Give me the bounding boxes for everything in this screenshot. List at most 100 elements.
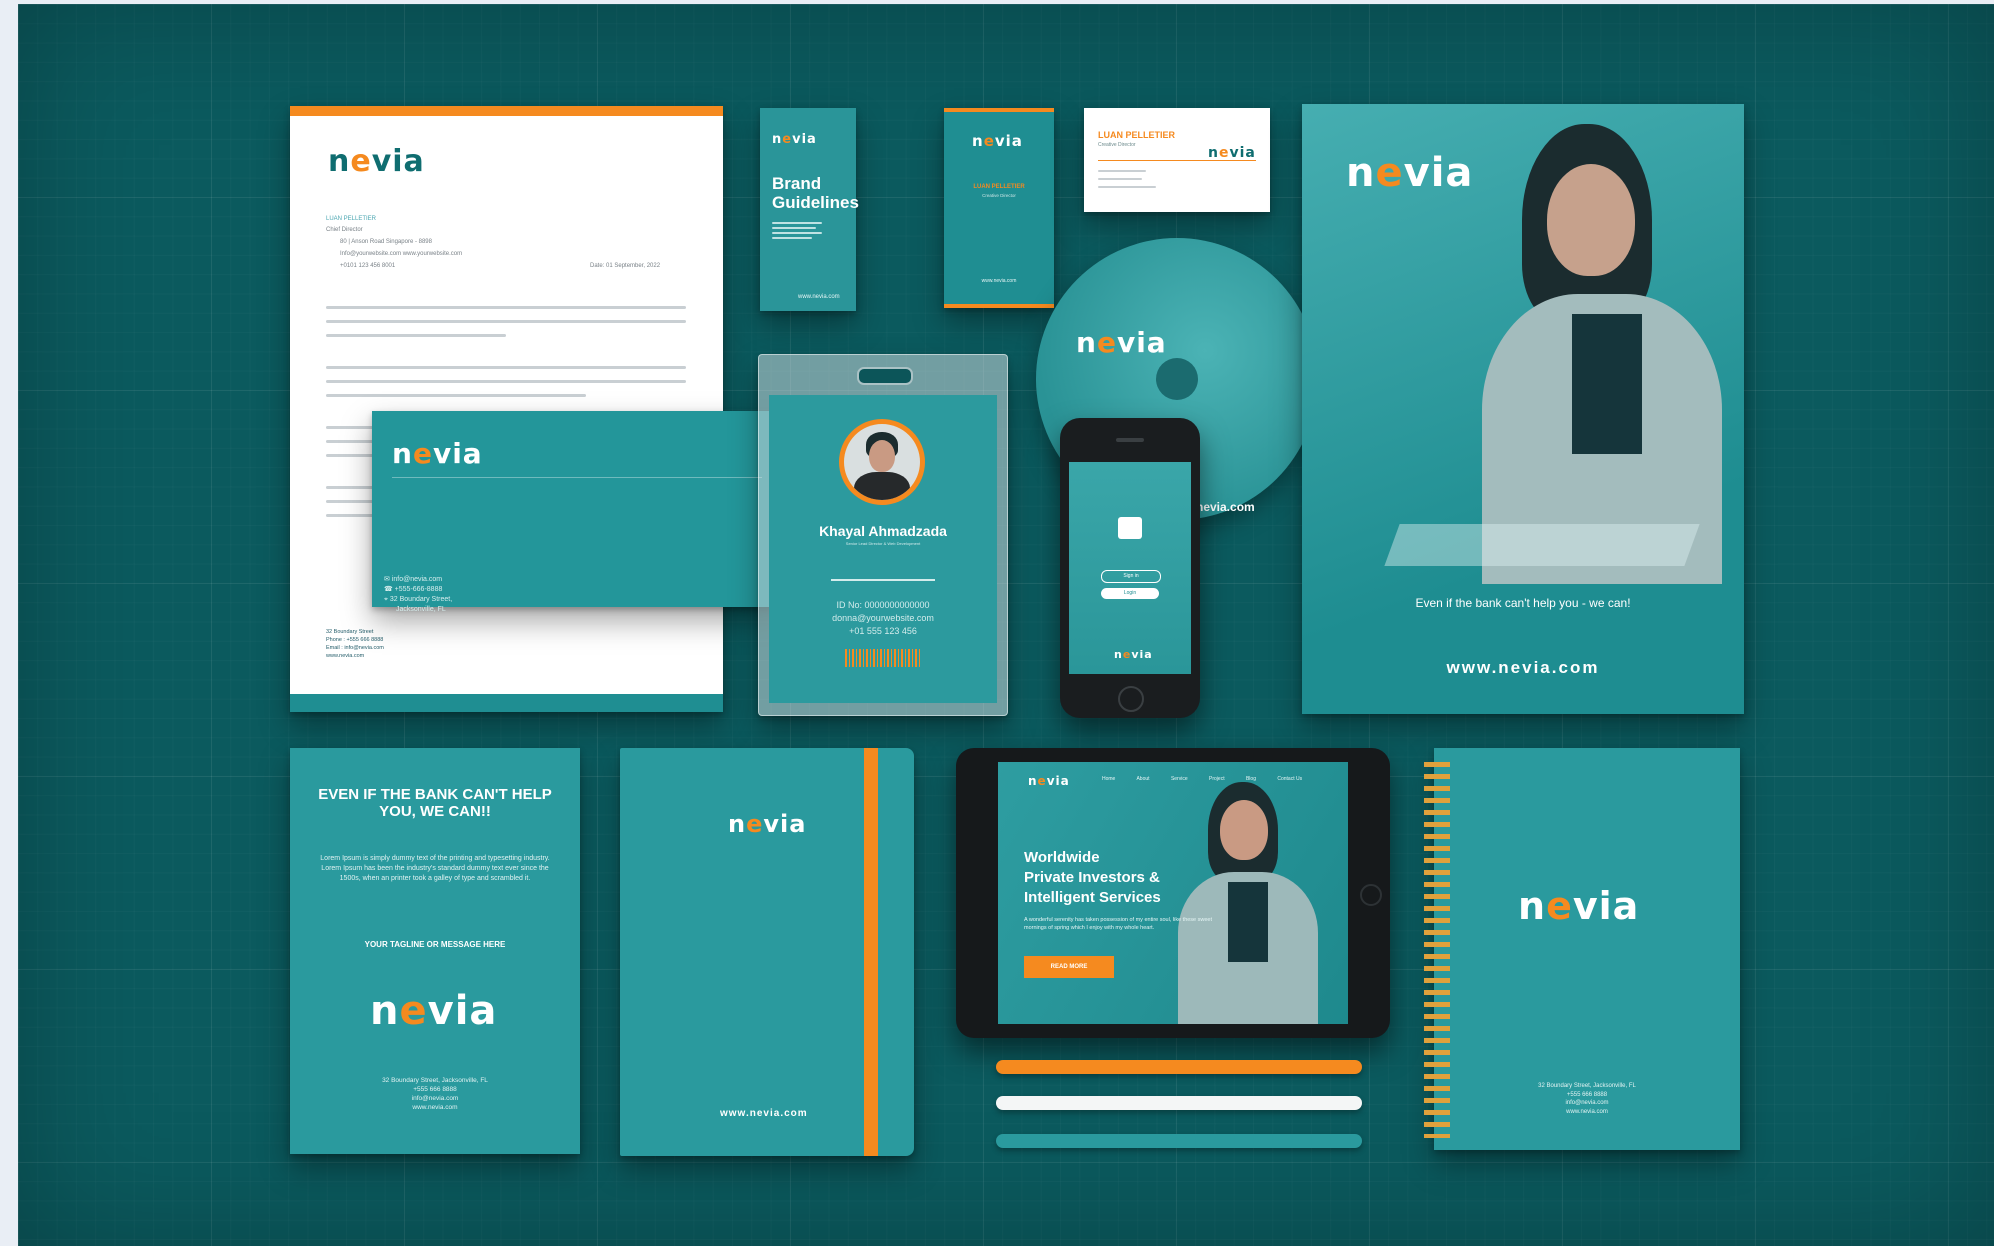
envelope-phone: +555-666-8888	[394, 586, 443, 593]
vertical-card-website: www.nevia.com	[981, 278, 1017, 284]
phone-app-logo-box	[1118, 517, 1142, 539]
tablet-nav-item[interactable]: Contact Us	[1277, 776, 1302, 782]
tablet-logo: nevia	[1028, 774, 1070, 788]
tablet-nav-item[interactable]: Home	[1102, 776, 1115, 782]
folder-tagline: Even if the bank can't help you - we can…	[1415, 596, 1631, 610]
brand-guidelines-booklet: nevia Brand Guidelines www.nevia.com	[760, 108, 859, 311]
phone-login-button[interactable]: Login	[1101, 588, 1159, 599]
letterhead-footer-line: 32 Boundary Street	[326, 629, 374, 635]
letterhead-top-bar	[290, 106, 723, 116]
phone-home-button[interactable]	[1118, 686, 1144, 712]
spiral-address: 32 Boundary Street, Jacksonville, FL	[1538, 1083, 1636, 1089]
phone-logo: nevia	[1114, 648, 1153, 661]
letterhead-footer-line: Phone : +555 666 8888	[326, 637, 384, 643]
envelope: nevia ✉ info@nevia.com ☎ +555-666-8888 ⌖…	[372, 411, 782, 613]
lanyard-slot	[857, 367, 913, 385]
id-card: Khayal Ahmadzada Senior Lead Director & …	[769, 395, 997, 703]
phone-speaker	[1116, 438, 1144, 442]
notebook: nevia www.nevia.com	[620, 748, 914, 1156]
flyer-contact: 32 Boundary Street, Jacksonville, FL +55…	[290, 1076, 580, 1112]
pencil-teal	[996, 1134, 1362, 1148]
booklet-title: Brand Guidelines	[772, 174, 859, 212]
cd-website: nevia.com	[1196, 500, 1255, 514]
id-phone: +01 555 123 456	[849, 626, 917, 636]
tablet-hero-sub: A wonderful serenity has taken possessio…	[1024, 917, 1213, 931]
tablet-read-more-button[interactable]: READ MORE	[1024, 956, 1114, 978]
letterhead-sheet: nevia LUAN PELLETIER Chief Director 80 |…	[290, 106, 723, 712]
flyer: EVEN IF THE BANK CAN'T HELP YOU, WE CAN!…	[290, 748, 580, 1154]
tablet-nav-item[interactable]: Project	[1209, 776, 1225, 782]
spiral-notebook: nevia 32 Boundary Street, Jacksonville, …	[1424, 748, 1740, 1150]
id-email: donna@yourwebsite.com	[832, 613, 934, 623]
envelope-logo: nevia	[392, 437, 483, 470]
tablet-nav: Home About Service Project Blog Contact …	[1102, 776, 1302, 782]
flyer-website: www.nevia.com	[412, 1104, 458, 1111]
smartphone: Sign in Login nevia	[1060, 418, 1200, 718]
tablet: nevia Home About Service Project Blog Co…	[956, 748, 1390, 1038]
vertical-card-role: Creative Director	[982, 193, 1016, 198]
tablet-nav-item[interactable]: Blog	[1246, 776, 1256, 782]
letterhead-footer: 32 Boundary Street Phone : +555 666 8888…	[326, 628, 384, 660]
notebook-logo: nevia	[728, 810, 807, 838]
pencil-orange	[996, 1060, 1362, 1074]
tablet-screen: nevia Home About Service Project Blog Co…	[998, 762, 1348, 1024]
envelope-contact: ✉ info@nevia.com ☎ +555-666-8888 ⌖ 32 Bo…	[384, 575, 452, 615]
white-card-role: Creative Director	[1098, 142, 1136, 148]
tablet-home-button[interactable]	[1360, 884, 1382, 906]
tablet-nav-item[interactable]: Service	[1171, 776, 1188, 782]
letterhead-footer-line: www.nevia.com	[326, 653, 365, 659]
booklet-title-line2: Guidelines	[772, 193, 859, 212]
letterhead-email-web: Info@yourwebsite.com www.yourwebsite.com	[340, 251, 463, 257]
phone-icon: ☎	[384, 586, 395, 593]
letterhead-bottom-bar	[290, 694, 723, 712]
letterhead-phone: +0101 123 456 8001	[340, 263, 396, 269]
flyer-email: info@nevia.com	[411, 1095, 459, 1102]
letterhead-date: Date: 01 September, 2022	[590, 263, 661, 269]
spiral-phone: +555 666 8888	[1566, 1091, 1608, 1098]
cd-center-hole	[1156, 358, 1198, 400]
cd-logo: nevia	[1076, 326, 1167, 359]
tablet-nav-item[interactable]: About	[1136, 776, 1149, 782]
vertical-card-logo: nevia	[972, 132, 1023, 150]
presentation-folder: nevia Even if the bank can't help you - …	[1302, 104, 1744, 714]
mail-icon: ✉	[384, 576, 392, 583]
folder-logo: nevia	[1346, 150, 1474, 196]
letterhead-footer-line: Email : info@nevia.com	[326, 645, 384, 651]
letterhead-contact-title: Chief Director	[326, 227, 363, 233]
booklet-website: www.nevia.com	[798, 294, 840, 300]
flyer-tagline: YOUR TAGLINE OR MESSAGE HERE	[364, 940, 506, 949]
folder-photo-woman	[1452, 124, 1744, 584]
tablet-hero-line2: Private Investors &	[1024, 869, 1160, 886]
flyer-body: Lorem Ipsum is simply dummy text of the …	[320, 855, 550, 882]
phone-signin-button[interactable]: Sign in	[1101, 570, 1161, 583]
tablet-hero-title: Worldwide Private Investors & Intelligen…	[1024, 848, 1161, 908]
letterhead-address: 80 | Anson Road Singapore - 8898	[340, 239, 432, 245]
id-holder-name: Khayal Ahmadzada	[819, 523, 947, 539]
id-photo	[839, 419, 925, 505]
booklet-title-line1: Brand	[772, 174, 822, 193]
flyer-headline: EVEN IF THE BANK CAN'T HELP YOU, WE CAN!…	[318, 786, 552, 820]
pencil-white	[996, 1096, 1362, 1110]
phone-screen: Sign in Login nevia	[1069, 462, 1191, 674]
notebook-elastic-band	[864, 748, 878, 1156]
white-card-logo: nevia	[1208, 145, 1256, 161]
spiral-notebook-contact: 32 Boundary Street, Jacksonville, FL +55…	[1434, 1082, 1740, 1116]
white-business-card: LUAN PELLETIER Creative Director nevia	[1084, 108, 1270, 212]
tablet-hero-line1: Worldwide	[1024, 849, 1100, 866]
vertical-card-name: LUAN PELLETIER	[973, 184, 1025, 190]
letterhead-contact-name: LUAN PELLETIER	[326, 216, 377, 222]
folder-website: www.nevia.com	[1446, 658, 1600, 677]
mockup-scene: nevia LUAN PELLETIER Chief Director 80 |…	[18, 4, 1994, 1246]
letterhead-logo: nevia	[328, 144, 425, 179]
envelope-address-1: 32 Boundary Street,	[389, 596, 453, 603]
id-card-holder: Khayal Ahmadzada Senior Lead Director & …	[758, 354, 1008, 716]
tablet-photo-woman	[1138, 782, 1338, 1024]
folder-desk-papers	[1384, 524, 1700, 566]
notebook-website: www.nevia.com	[720, 1108, 808, 1119]
vertical-business-card: nevia LUAN PELLETIER Creative Director w…	[944, 108, 1054, 308]
id-signature-line	[831, 579, 935, 581]
flyer-phone: +555 666 8888	[413, 1086, 457, 1093]
flyer-logo: nevia	[370, 988, 498, 1034]
id-holder-role: Senior Lead Director & Web Development	[845, 541, 921, 546]
white-card-name: LUAN PELLETIER	[1098, 130, 1176, 140]
